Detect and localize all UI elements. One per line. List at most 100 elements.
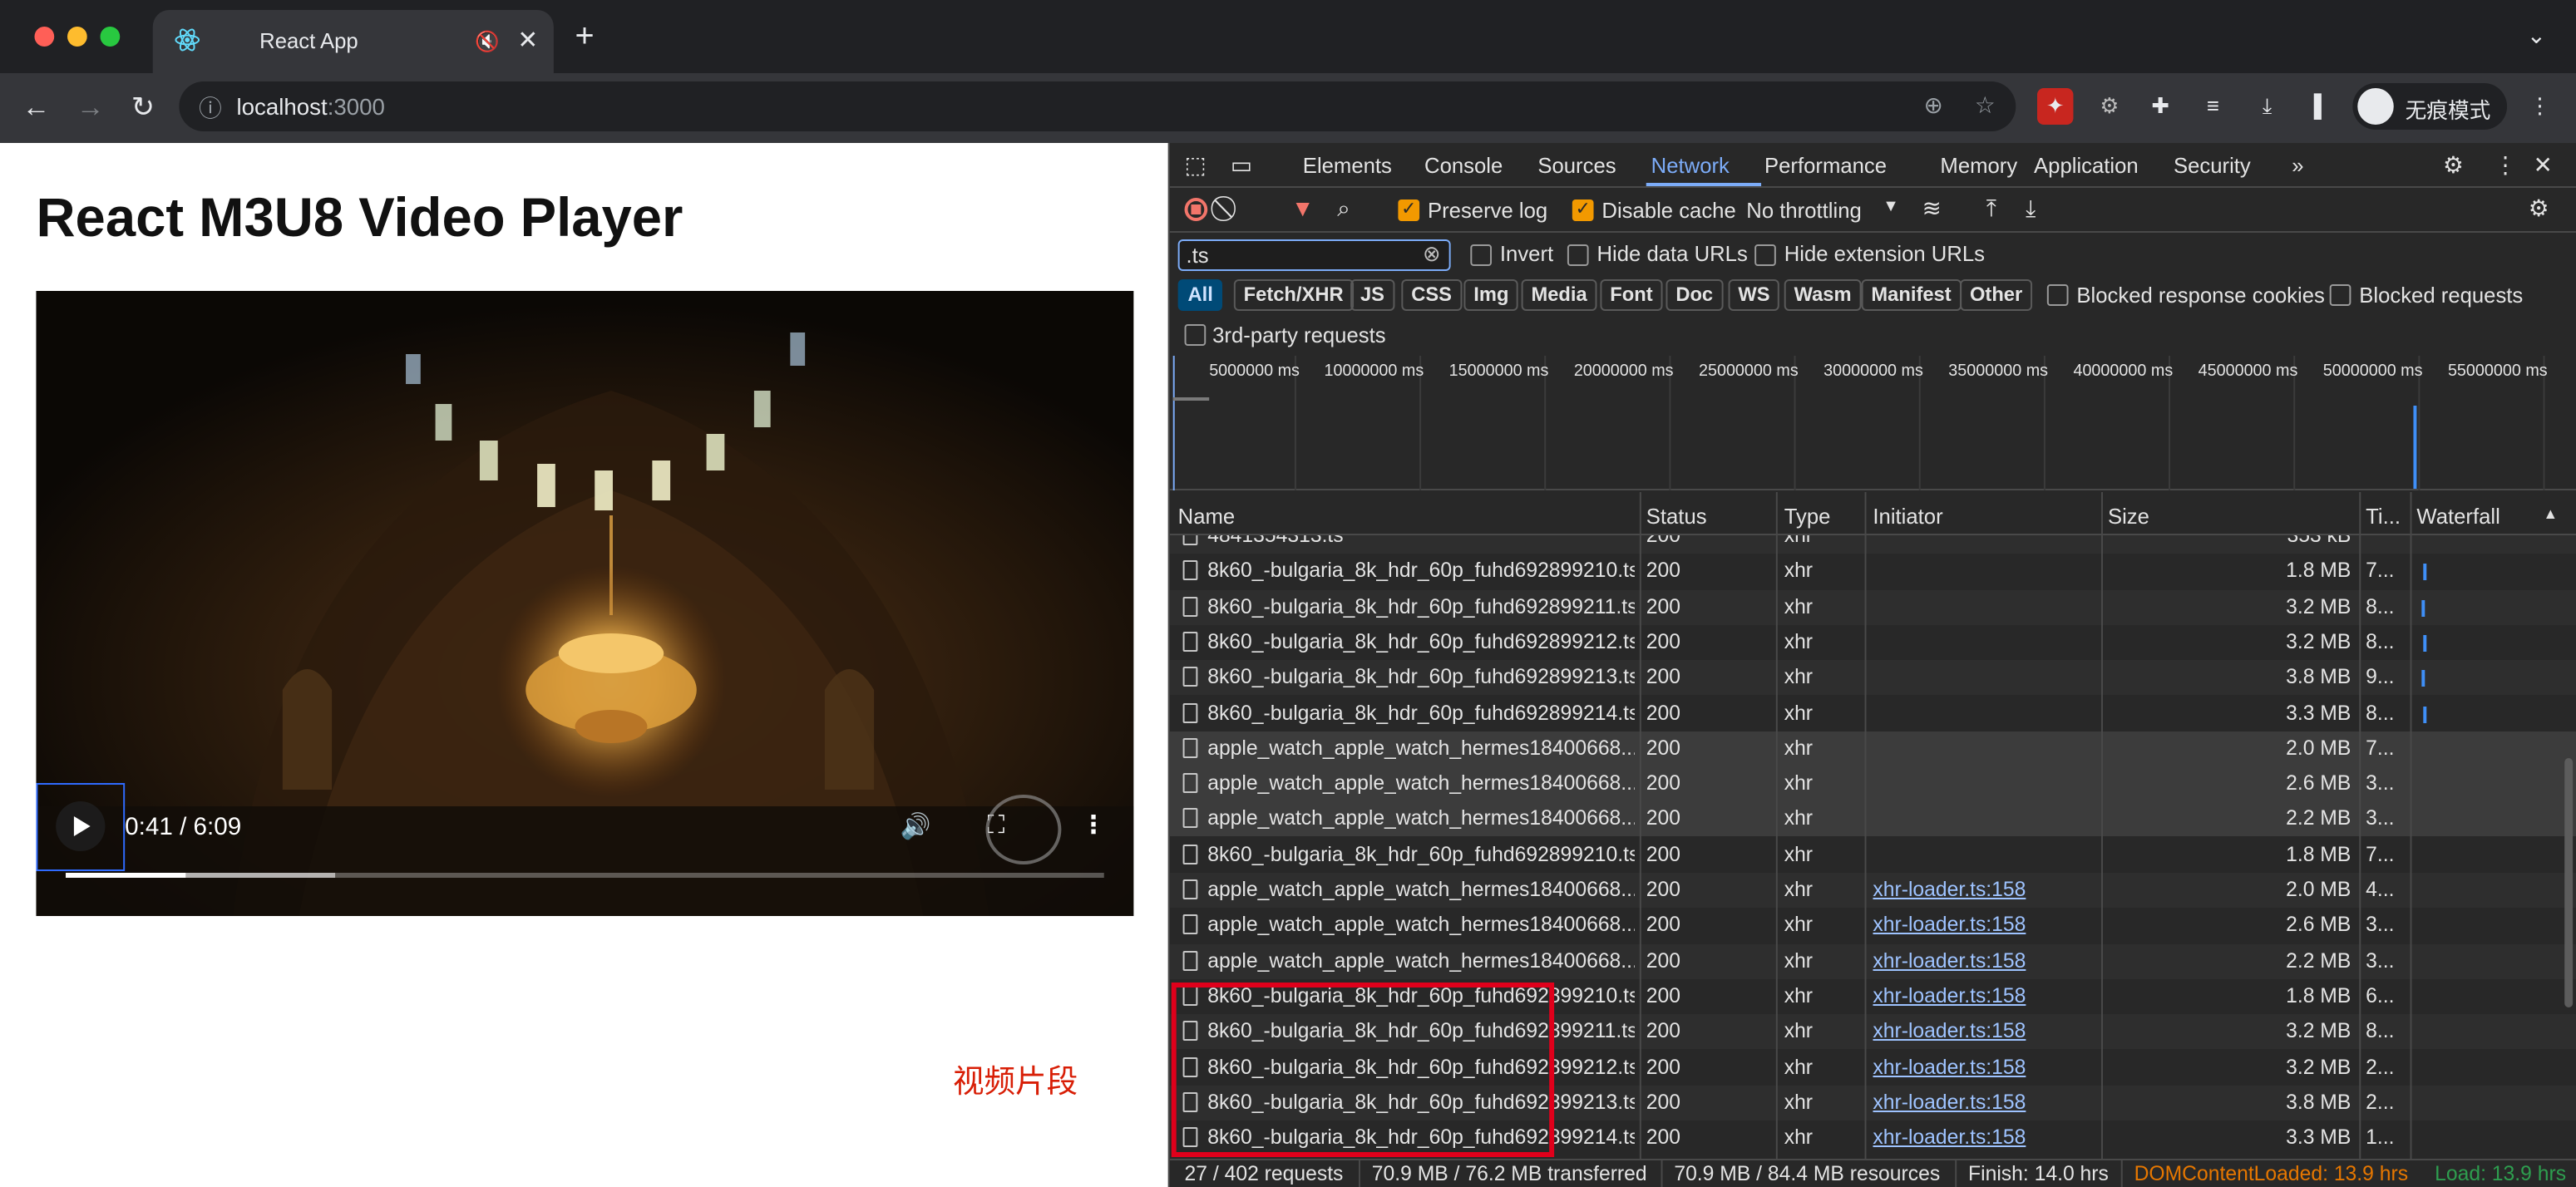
device-toolbar-icon[interactable]: ▭ [1231,151,1252,180]
maximize-window-button[interactable] [100,27,121,47]
export-har-icon[interactable]: ⤓ [2026,195,2036,223]
table-row[interactable]: apple_watch_apple_watch_hermes18400668..… [1169,943,2576,979]
throttling-chevron-down-icon[interactable]: ▼ [1883,198,1899,216]
filter-chip-js[interactable]: JS [1350,279,1394,311]
timeline-overview[interactable]: 5000000 ms 10000000 ms 15000000 ms 20000000… [1169,356,2576,490]
col-size-header[interactable]: Size [2108,504,2149,529]
table-row[interactable]: 8k60_-bulgaria_8k_hdr_60p_fuhd692899211.… [1169,589,2576,625]
import-har-icon[interactable]: ⤒ [1986,195,1996,223]
filter-input[interactable]: .ts [1177,239,1451,271]
reload-button[interactable]: ↻ [121,86,164,130]
filter-chip-media[interactable]: Media [1521,279,1597,311]
hide-extension-urls-checkbox[interactable] [1754,244,1776,266]
filter-chip-doc[interactable]: Doc [1666,279,1723,311]
video-player[interactable]: 0:41 / 6:09 🔊 ⛶ ⋮ [36,291,1134,916]
extensions-puzzle-icon[interactable]: ✚ [2142,88,2178,125]
col-type-header[interactable]: Type [1784,504,1831,529]
settings-gear-icon[interactable]: ⚙ [2443,151,2464,180]
cell-initiator[interactable]: xhr-loader.ts:158 [1873,984,2096,1007]
downloads-icon[interactable]: ⤓ [2249,88,2285,125]
tab-security[interactable]: Security [2174,153,2251,178]
column-divider[interactable] [1639,492,1641,1177]
table-row[interactable]: 8k60_-bulgaria_8k_hdr_60p_fuhd692899210.… [1170,837,2576,872]
invert-checkbox[interactable] [1470,244,1493,266]
minimize-window-button[interactable] [67,27,87,47]
incognito-profile-button[interactable]: 无痕模式 [2352,83,2508,130]
col-name-header[interactable]: Name [1178,504,1236,529]
devtools-menu-icon[interactable]: ⋮ [2494,151,2517,180]
tab-performance[interactable]: Performance [1764,153,1887,178]
site-info-icon[interactable]: ⓘ [199,91,222,125]
cell-initiator[interactable]: xhr-loader.ts:158 [1873,878,2096,901]
filter-funnel-icon[interactable]: ▼ [1291,195,1314,221]
table-row[interactable]: apple_watch_apple_watch_hermes18400668..… [1169,731,2576,766]
sort-ascending-icon[interactable]: ▲ [2544,505,2559,522]
table-row[interactable]: 8k60_-bulgaria_8k_hdr_60p_fuhd692899210.… [1170,554,2576,589]
preserve-log-checkbox[interactable]: ✓ [1398,199,1420,221]
table-row[interactable]: apple_watch_apple_watch_hermes18400668..… [1169,801,2576,837]
blocked-requests-checkbox[interactable] [2329,284,2351,306]
col-status-header[interactable]: Status [1646,504,1707,529]
filter-chip-other[interactable]: Other [1960,279,2033,311]
clear-filter-icon[interactable]: ⊗ [1423,241,1441,268]
extension-icon-2[interactable]: ⚙ [2091,88,2127,125]
tab-memory[interactable]: Memory [1940,153,2017,178]
hide-data-urls-checkbox[interactable] [1567,244,1589,266]
address-bar[interactable]: ⓘ localhost:3000 ⊕ ☆ [179,81,2016,131]
record-stop-icon[interactable] [1184,198,1208,221]
filter-chip-wasm[interactable]: Wasm [1784,279,1862,311]
filter-chip-ws[interactable]: WS [1728,279,1780,311]
search-icon[interactable]: ⌕ [1337,195,1350,223]
forward-button[interactable]: → [69,86,111,130]
bookmark-star-icon[interactable]: ☆ [1975,91,1996,120]
cell-initiator[interactable]: xhr-loader.ts:158 [1873,1125,2096,1149]
close-tab-icon[interactable]: ✕ [517,25,538,55]
new-tab-button[interactable]: + [575,20,595,53]
table-row[interactable]: apple_watch_apple_watch_hermes18400668..… [1169,766,2576,802]
tab-application[interactable]: Application [2034,153,2139,178]
throttling-select[interactable]: No throttling [1746,198,1861,223]
column-divider[interactable] [2359,492,2361,1177]
seek-bar[interactable] [66,873,1104,878]
close-devtools-icon[interactable]: ✕ [2534,151,2553,180]
more-tabs-icon[interactable]: » [2292,153,2303,178]
browser-menu-icon[interactable]: ⋮ [2522,88,2558,125]
side-panel-icon[interactable]: ▌ [2303,88,2339,125]
table-row[interactable]: apple_watch_apple_watch_hermes18400668..… [1170,909,2576,943]
mute-tab-icon[interactable]: 🔇 [475,30,500,53]
network-conditions-icon[interactable]: ≋ [1922,195,1942,223]
table-row[interactable]: 4841354313.ts 200 xhr 353 kB [1169,535,2576,554]
column-divider[interactable] [2101,492,2104,1177]
filter-chip-font[interactable]: Font [1600,279,1663,311]
cell-initiator[interactable]: xhr-loader.ts:158 [1873,1019,2096,1042]
close-window-button[interactable] [34,27,55,47]
tab-sources[interactable]: Sources [1537,153,1616,178]
table-row[interactable]: apple_watch_apple_watch_hermes18400668..… [1169,873,2576,908]
cell-initiator[interactable]: xhr-loader.ts:158 [1873,1091,2096,1114]
table-row[interactable]: 8k60_-bulgaria_8k_hdr_60p_fuhd692899212.… [1170,625,2576,660]
column-divider[interactable] [1864,492,1867,1177]
inspect-element-icon[interactable]: ⬚ [1185,151,1207,180]
table-scrollbar[interactable] [2564,758,2574,1007]
filter-chip-manifest[interactable]: Manifest [1861,279,1962,311]
cell-initiator[interactable]: xhr-loader.ts:158 [1873,914,2096,937]
col-waterfall-header[interactable]: Waterfall [2416,504,2500,529]
col-time-header[interactable]: Ti... [2366,504,2401,529]
filter-chip-css[interactable]: CSS [1401,279,1462,311]
column-divider[interactable] [2410,492,2412,1177]
col-initiator-header[interactable]: Initiator [1873,504,1942,529]
media-control-icon[interactable]: ≡ [2195,88,2231,125]
table-row[interactable]: 8k60_-bulgaria_8k_hdr_60p_fuhd692899214.… [1170,696,2576,731]
tab-search-chevron-icon[interactable]: ⌄ [2527,22,2546,50]
network-settings-gear-icon[interactable]: ⚙ [2529,195,2549,223]
tab-console[interactable]: Console [1424,153,1503,178]
tab-react-app[interactable]: React App 🔇 ✕ [152,10,554,73]
column-divider[interactable] [1775,492,1778,1177]
cell-initiator[interactable]: xhr-loader.ts:158 [1873,948,2096,972]
extension-icon-1[interactable]: ✦ [2036,88,2074,125]
filter-chip-fetch-xhr[interactable]: Fetch/XHR [1233,279,1354,311]
table-row[interactable]: 8k60_-bulgaria_8k_hdr_60p_fuhd692899213.… [1169,660,2576,696]
third-party-checkbox[interactable] [1184,324,1207,346]
zoom-icon[interactable]: ⊕ [1924,91,1943,120]
blocked-cookies-checkbox[interactable] [2046,284,2069,306]
